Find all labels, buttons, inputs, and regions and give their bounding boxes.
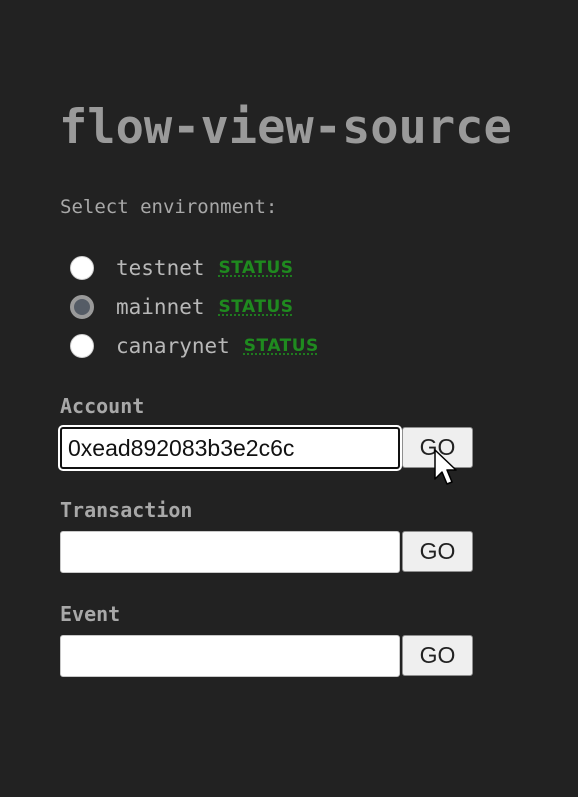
environment-option-canarynet[interactable]: canarynet STATUS bbox=[70, 333, 319, 359]
radio-testnet[interactable] bbox=[70, 256, 94, 280]
account-input[interactable] bbox=[60, 427, 400, 469]
transaction-input[interactable] bbox=[60, 531, 400, 573]
transaction-label: Transaction bbox=[60, 498, 193, 522]
environment-option-label: canarynet bbox=[116, 334, 230, 358]
status-link-mainnet[interactable]: STATUS bbox=[219, 297, 294, 317]
environment-option-testnet[interactable]: testnet STATUS bbox=[70, 255, 294, 281]
environment-option-label: testnet bbox=[116, 256, 205, 280]
status-link-testnet[interactable]: STATUS bbox=[219, 258, 294, 278]
event-input[interactable] bbox=[60, 635, 400, 677]
event-label: Event bbox=[60, 602, 121, 626]
environment-option-mainnet[interactable]: mainnet STATUS bbox=[70, 294, 294, 320]
account-label: Account bbox=[60, 394, 145, 418]
page-title: flow-view-source bbox=[59, 100, 512, 155]
status-link-canarynet[interactable]: STATUS bbox=[244, 336, 319, 356]
radio-mainnet[interactable] bbox=[70, 295, 94, 319]
environment-prompt: Select environment: bbox=[60, 196, 278, 218]
event-go-button[interactable]: GO bbox=[402, 635, 473, 676]
transaction-go-button[interactable]: GO bbox=[402, 531, 473, 572]
environment-option-label: mainnet bbox=[116, 295, 205, 319]
mouse-pointer-icon bbox=[434, 449, 457, 485]
radio-canarynet[interactable] bbox=[70, 334, 94, 358]
page: flow-view-source Select environment: tes… bbox=[0, 0, 578, 797]
